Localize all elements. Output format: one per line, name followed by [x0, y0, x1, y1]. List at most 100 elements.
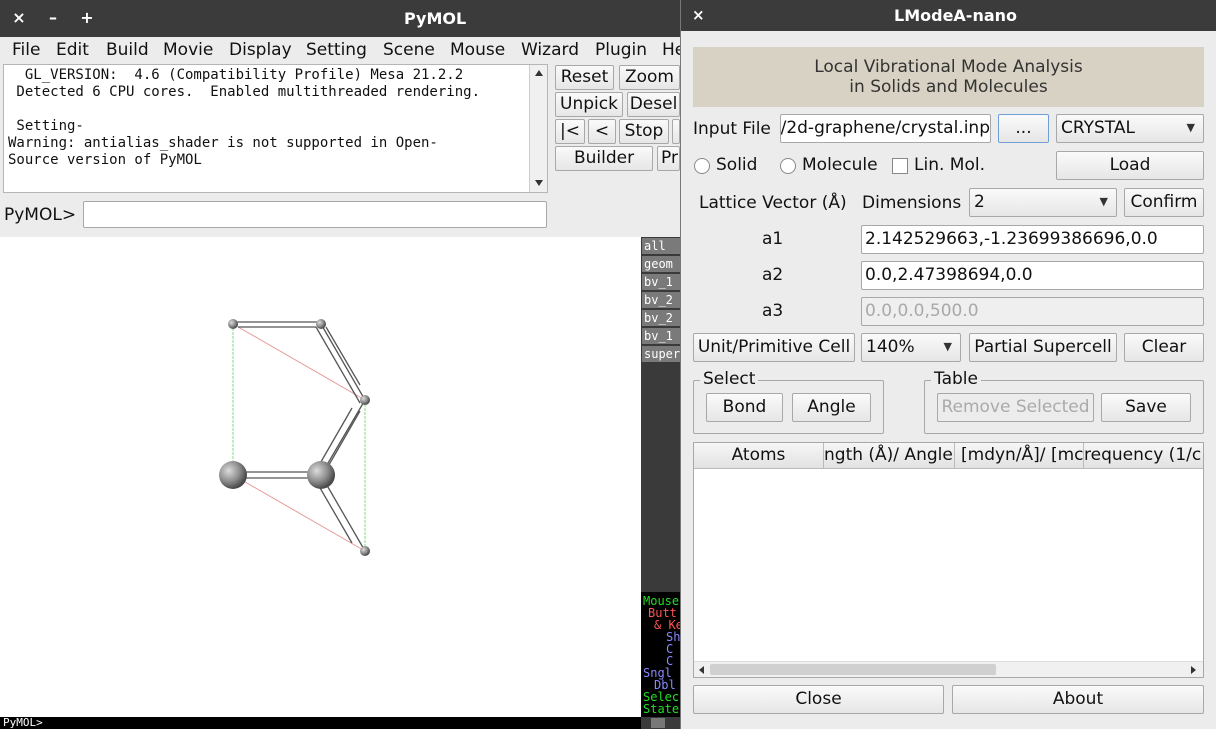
menu-help[interactable]: He — [662, 40, 680, 60]
pymol-title: PyMOL — [404, 9, 467, 28]
menu-file[interactable]: File — [12, 40, 40, 60]
command-input[interactable] — [83, 201, 547, 228]
column-header-length-angle[interactable]: ngth (Å)/ Angle — [824, 443, 955, 469]
app-banner: Local Vibrational Mode Analysis in Solid… — [693, 47, 1204, 107]
status-line: PyMOL> — [0, 717, 641, 729]
scroll-arrows-icon — [535, 70, 543, 186]
menu-plugin[interactable]: Plugin — [595, 40, 647, 60]
bond-button[interactable]: Bond — [706, 393, 783, 422]
column-header-atoms[interactable]: Atoms — [694, 443, 824, 469]
play-button[interactable] — [672, 119, 680, 144]
object-item[interactable]: all — [642, 238, 680, 254]
vector-a2-field[interactable]: 0.0,2.47398694,0.0 — [861, 261, 1204, 290]
select-group-label: Select — [700, 369, 759, 389]
scrollbar-thumb[interactable] — [710, 664, 996, 675]
dimensions-value: 2 — [974, 192, 985, 212]
vector-a3-label: a3 — [762, 301, 784, 321]
properties-button[interactable]: Pr — [657, 146, 680, 171]
column-header-force-constant[interactable]: [mdyn/Å]/ [mc — [955, 443, 1084, 469]
atom[interactable] — [360, 395, 370, 405]
banner-line: Local Vibrational Mode Analysis — [814, 57, 1083, 77]
pymol-titlebar: × – + PyMOL — [0, 0, 680, 37]
object-item[interactable]: bv_2 — [642, 310, 680, 326]
molecule-viewer[interactable] — [0, 237, 641, 717]
dimensions-select[interactable]: 2 ▼ — [969, 188, 1117, 217]
object-item[interactable]: bv_2 — [642, 292, 680, 308]
column-header-frequency[interactable]: requency (1/c — [1084, 443, 1203, 469]
about-button[interactable]: About — [952, 685, 1204, 714]
scale-select[interactable]: 140% ▼ — [861, 333, 961, 362]
rewind-icon[interactable] — [651, 718, 665, 728]
linear-molecule-checkbox[interactable] — [892, 158, 908, 174]
atom[interactable] — [360, 546, 370, 556]
log-scrollbar[interactable] — [529, 65, 547, 192]
deselect-button[interactable]: Desel — [627, 92, 680, 117]
log-line: GL_VERSION: 4.6 (Compatibility Profile) … — [8, 67, 464, 83]
table-horizontal-scrollbar[interactable] — [694, 661, 1203, 677]
builder-button[interactable]: Builder — [555, 146, 653, 171]
close-icon[interactable]: × — [9, 8, 29, 27]
object-item[interactable]: geom — [642, 256, 680, 272]
menu-display[interactable]: Display — [229, 40, 292, 60]
pymol-window: × – + PyMOL File Edit Build Movie Displa… — [0, 0, 680, 729]
input-file-label: Input File — [693, 119, 771, 139]
confirm-button[interactable]: Confirm — [1124, 188, 1204, 217]
program-select[interactable]: CRYSTAL ▼ — [1056, 114, 1204, 143]
menu-edit[interactable]: Edit — [56, 40, 89, 60]
partial-supercell-button[interactable]: Partial Supercell — [969, 333, 1117, 362]
angle-button[interactable]: Angle — [792, 393, 871, 422]
graphene-cell-render — [219, 319, 370, 556]
zoom-button[interactable]: Zoom — [619, 65, 680, 90]
object-item[interactable]: bv_1 — [642, 274, 680, 290]
command-prompt-label: PyMOL> — [4, 205, 77, 225]
mouse-mode-panel: Mouse Butt & Ke Sh C C Sngl Dbl Selec St… — [641, 592, 680, 717]
vector-a3-field: 0.0,0.0,500.0 — [861, 297, 1204, 326]
menu-scene[interactable]: Scene — [383, 40, 435, 60]
menu-wizard[interactable]: Wizard — [521, 40, 579, 60]
stop-button[interactable]: Stop — [619, 119, 669, 144]
maximize-icon[interactable]: + — [77, 8, 97, 27]
atom[interactable] — [219, 461, 247, 489]
input-file-value: /2d-graphene/crystal.inp — [780, 118, 990, 138]
unpick-button[interactable]: Unpick — [555, 92, 623, 117]
menu-movie[interactable]: Movie — [163, 40, 213, 60]
back-button[interactable]: < — [588, 119, 616, 144]
lmodea-window: × LModeA-nano Local Vibrational Mode Ana… — [680, 0, 1216, 729]
atom[interactable] — [316, 319, 326, 329]
log-line: Setting- — [8, 118, 84, 134]
menu-build[interactable]: Build — [106, 40, 149, 60]
close-button[interactable]: Close — [693, 685, 944, 714]
table-group-label: Table — [931, 369, 981, 389]
browse-button[interactable]: ... — [998, 114, 1049, 143]
solid-radio[interactable] — [694, 158, 710, 174]
linear-molecule-label: Lin. Mol. — [914, 155, 985, 175]
vector-a1-field[interactable]: 2.142529663,-1.23699386696,0.0 — [861, 225, 1204, 254]
object-item[interactable]: super — [642, 346, 680, 362]
load-button[interactable]: Load — [1056, 151, 1204, 180]
molecule-radio[interactable] — [780, 158, 796, 174]
pymol-menubar: File Edit Build Movie Display Setting Sc… — [0, 37, 680, 64]
mouse-text: State — [643, 702, 680, 716]
banner-line: in Solids and Molecules — [849, 77, 1048, 97]
dimensions-label: Dimensions — [862, 193, 962, 213]
lmodea-titlebar: × LModeA-nano — [681, 0, 1216, 31]
atom[interactable] — [228, 319, 238, 329]
scale-value: 140% — [866, 337, 915, 357]
object-item[interactable]: bv_1 — [642, 328, 680, 344]
minimize-icon[interactable]: – — [43, 8, 63, 27]
save-button[interactable]: Save — [1101, 393, 1191, 422]
menu-setting[interactable]: Setting — [306, 40, 367, 60]
lmodea-title: LModeA-nano — [894, 6, 1018, 25]
clear-button[interactable]: Clear — [1124, 333, 1204, 362]
unit-primitive-cell-button[interactable]: Unit/Primitive Cell — [693, 333, 855, 362]
log-line: Source version of PyMOL — [8, 152, 202, 168]
reset-button[interactable]: Reset — [555, 65, 614, 90]
results-table[interactable]: Atoms ngth (Å)/ Angle [mdyn/Å]/ [mc requ… — [693, 442, 1204, 678]
rewind-button[interactable]: |< — [555, 119, 585, 144]
input-file-field[interactable]: /2d-graphene/crystal.inp — [780, 114, 991, 143]
object-panel: all geom bv_1 bv_2 bv_2 bv_1 super Mouse… — [641, 237, 680, 717]
movie-controls[interactable] — [641, 717, 680, 729]
menu-mouse[interactable]: Mouse — [450, 40, 505, 60]
close-icon[interactable]: × — [692, 6, 705, 24]
atom[interactable] — [307, 461, 335, 489]
